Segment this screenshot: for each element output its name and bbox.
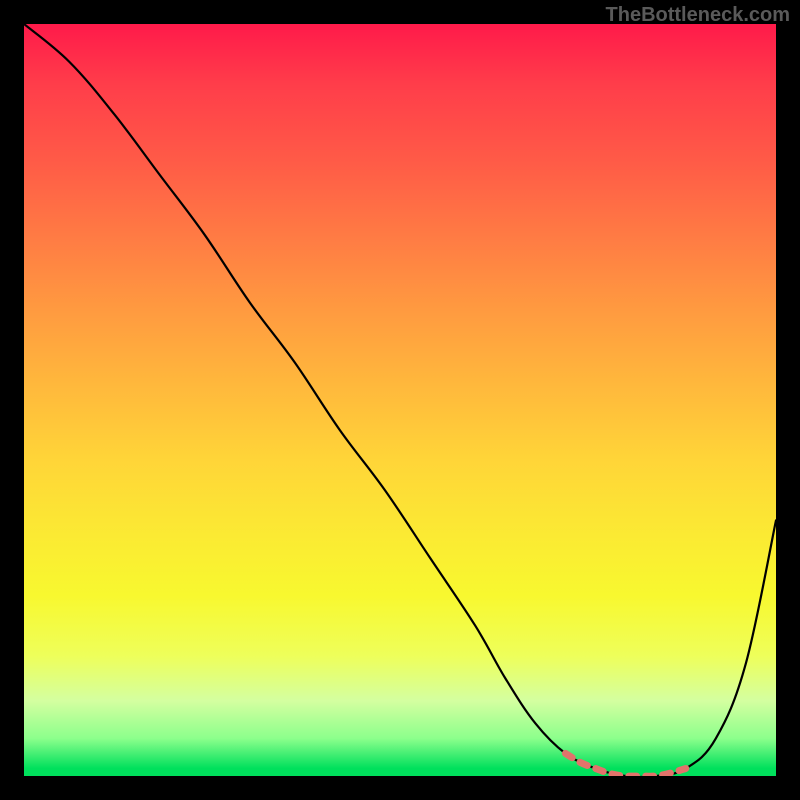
main-curve-path [24, 24, 776, 776]
highlight-curve-path [565, 753, 685, 776]
watermark-text: TheBottleneck.com [606, 4, 790, 27]
chart-svg [24, 24, 776, 776]
chart-plot-area [24, 24, 776, 776]
